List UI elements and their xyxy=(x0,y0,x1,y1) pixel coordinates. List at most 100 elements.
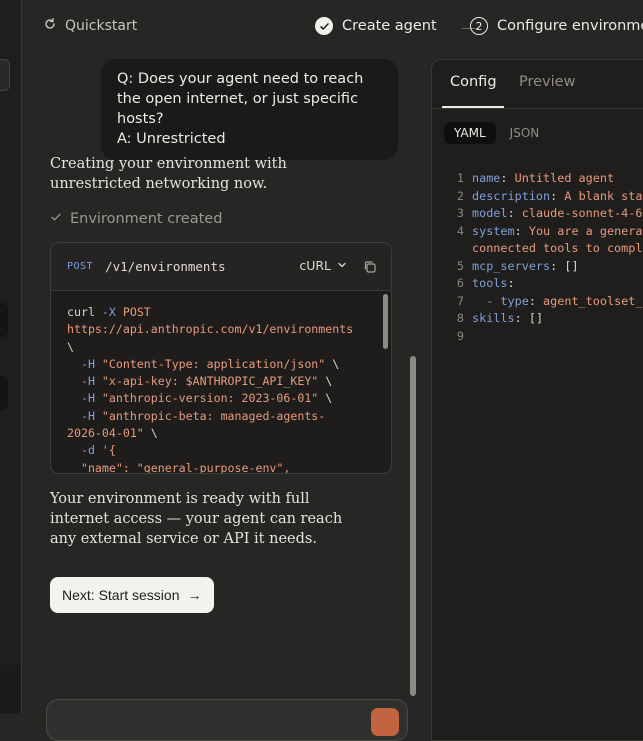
api-code-block: POST /v1/environments cURL curl -X POST h… xyxy=(50,242,392,474)
quickstart-label: Quickstart xyxy=(65,18,138,34)
yaml-key: description xyxy=(472,188,551,203)
yaml-line: 4 system: You are a genera xyxy=(432,223,643,241)
line-number: 8 xyxy=(456,311,464,325)
yaml-line: 7 - type: agent_toolset_ xyxy=(432,293,643,311)
yaml-value: [] xyxy=(564,258,579,273)
yaml-key: - type xyxy=(472,293,529,308)
chevron-down-icon xyxy=(337,258,347,273)
code-line: -H "anthropic-version: 2023-06-01" \ xyxy=(67,391,333,406)
yaml-line: 8 skills: [] xyxy=(432,310,643,328)
line-number: 2 xyxy=(456,188,464,203)
yaml-colon: : xyxy=(550,258,558,273)
assistant-followup: Your environment is ready with full inte… xyxy=(50,491,343,547)
yaml-colon: : xyxy=(528,293,536,308)
sidebar-item[interactable] xyxy=(0,303,8,337)
step-number: 2 xyxy=(470,17,488,35)
sidebar-item[interactable] xyxy=(0,376,8,410)
code-line: -H "anthropic-beta: managed-agents- xyxy=(67,408,326,423)
sidebar-footer xyxy=(0,665,21,714)
yaml-line: 5 mcp_servers: [] xyxy=(432,258,643,276)
yaml-value: connected tools to compl xyxy=(472,241,643,255)
copy-icon[interactable] xyxy=(363,259,377,273)
environment-status-label: Environment created xyxy=(70,211,223,227)
tab-preview[interactable]: Preview xyxy=(519,74,575,90)
code-line: -H "x-api-key: $ANTHROPIC_API_KEY" \ xyxy=(67,374,333,389)
user-answer: A: Unrestricted xyxy=(117,131,226,147)
step-configure-environment[interactable]: 2 Configure environmen xyxy=(470,17,643,35)
yaml-value: You are a genera xyxy=(528,223,643,238)
top-bar: Quickstart Create agent 2 Configure envi… xyxy=(21,0,643,56)
environment-status: Environment created xyxy=(50,211,222,227)
yaml-line: 6 tools: xyxy=(432,275,643,293)
yaml-key: system xyxy=(472,223,515,238)
code-body: curl -X POST https://api.anthropic.com/v1… xyxy=(51,291,391,474)
check-icon xyxy=(50,211,62,227)
next-start-session-button[interactable]: Next: Start session → xyxy=(50,577,214,613)
arrow-right-icon: → xyxy=(187,587,202,603)
yaml-value: agent_toolset_ xyxy=(543,293,643,308)
language-label: cURL xyxy=(299,258,331,273)
code-line: https://api.anthropic.com/v1/environment… xyxy=(67,322,354,337)
send-button[interactable] xyxy=(371,708,399,736)
code-line: "name": "general-purpose-env", xyxy=(67,460,291,474)
tab-config[interactable]: Config xyxy=(450,74,497,90)
check-icon xyxy=(315,17,333,35)
line-number: 5 xyxy=(456,258,464,273)
active-tab-indicator xyxy=(442,106,504,108)
code-line: -d '{ xyxy=(67,443,116,458)
yaml-value: claude-sonnet-4-6 xyxy=(521,206,643,220)
chat-panel: Q: Does your agent need to reach the ope… xyxy=(21,56,429,741)
code-line: 2026-04-01" \ xyxy=(67,426,158,441)
yaml-line: 3 model: claude-sonnet-4-6 xyxy=(432,205,643,223)
refresh-icon xyxy=(43,17,57,35)
quickstart-button[interactable]: Quickstart xyxy=(43,17,137,35)
language-select[interactable]: cURL xyxy=(299,258,347,273)
assistant-intro: Creating your environment with unrestric… xyxy=(50,156,287,192)
sidebar-search-box[interactable] xyxy=(0,59,10,91)
yaml-colon: : xyxy=(507,206,515,220)
step-create-agent[interactable]: Create agent xyxy=(315,17,437,35)
http-method-badge: POST xyxy=(67,261,94,272)
code-block-header: POST /v1/environments cURL xyxy=(51,243,391,291)
line-number: 4 xyxy=(456,223,464,238)
line-number: 6 xyxy=(456,276,464,290)
config-tabs: Config Preview xyxy=(432,60,643,109)
line-number: 3 xyxy=(456,206,464,220)
step-label: Configure environmen xyxy=(497,18,643,34)
yaml-colon: : xyxy=(514,311,522,325)
yaml-colon: : xyxy=(550,188,558,203)
line-number: 7 xyxy=(456,293,464,308)
yaml-line: 2 description: A blank sta xyxy=(432,188,643,206)
code-line: -H "Content-Type: application/json" \ xyxy=(67,356,340,371)
chat-scrollbar[interactable] xyxy=(410,356,416,696)
user-question: Q: Does your agent need to reach the ope… xyxy=(117,71,364,127)
user-message: Q: Does your agent need to reach the ope… xyxy=(101,59,398,160)
json-format-button[interactable]: JSON xyxy=(504,122,546,144)
yaml-key: model xyxy=(472,206,508,220)
yaml-line: 9 xyxy=(432,328,643,346)
yaml-value: [] xyxy=(528,311,544,325)
yaml-value: Untitled agent xyxy=(514,171,615,185)
yaml-key: tools xyxy=(472,276,508,290)
line-number: 9 xyxy=(456,328,464,343)
yaml-editor[interactable]: 1 name: Untitled agent 2 description: A bla… xyxy=(432,170,643,345)
yaml-value: A blank sta xyxy=(564,188,643,203)
yaml-colon: : xyxy=(507,276,515,290)
yaml-key: skills xyxy=(472,311,515,325)
yaml-key: mcp_servers xyxy=(472,258,551,273)
next-button-label: Next: Start session xyxy=(62,587,180,603)
config-panel: Config Preview YAML JSON 1 name: Untitled… xyxy=(431,59,643,741)
yaml-line: 1 name: Untitled agent xyxy=(432,170,643,188)
yaml-colon: : xyxy=(500,171,508,185)
yaml-key: name xyxy=(472,171,501,185)
chat-input[interactable] xyxy=(46,699,408,741)
endpoint-path: /v1/environments xyxy=(105,259,226,274)
yaml-format-button[interactable]: YAML xyxy=(444,122,496,144)
yaml-line: connected tools to compl xyxy=(432,240,643,258)
step-label: Create agent xyxy=(342,18,437,34)
code-line: \ xyxy=(67,339,74,354)
code-line: curl -X POST xyxy=(67,305,151,319)
left-sidebar xyxy=(0,0,22,714)
code-scrollbar[interactable] xyxy=(383,294,388,349)
yaml-colon: : xyxy=(514,223,522,238)
